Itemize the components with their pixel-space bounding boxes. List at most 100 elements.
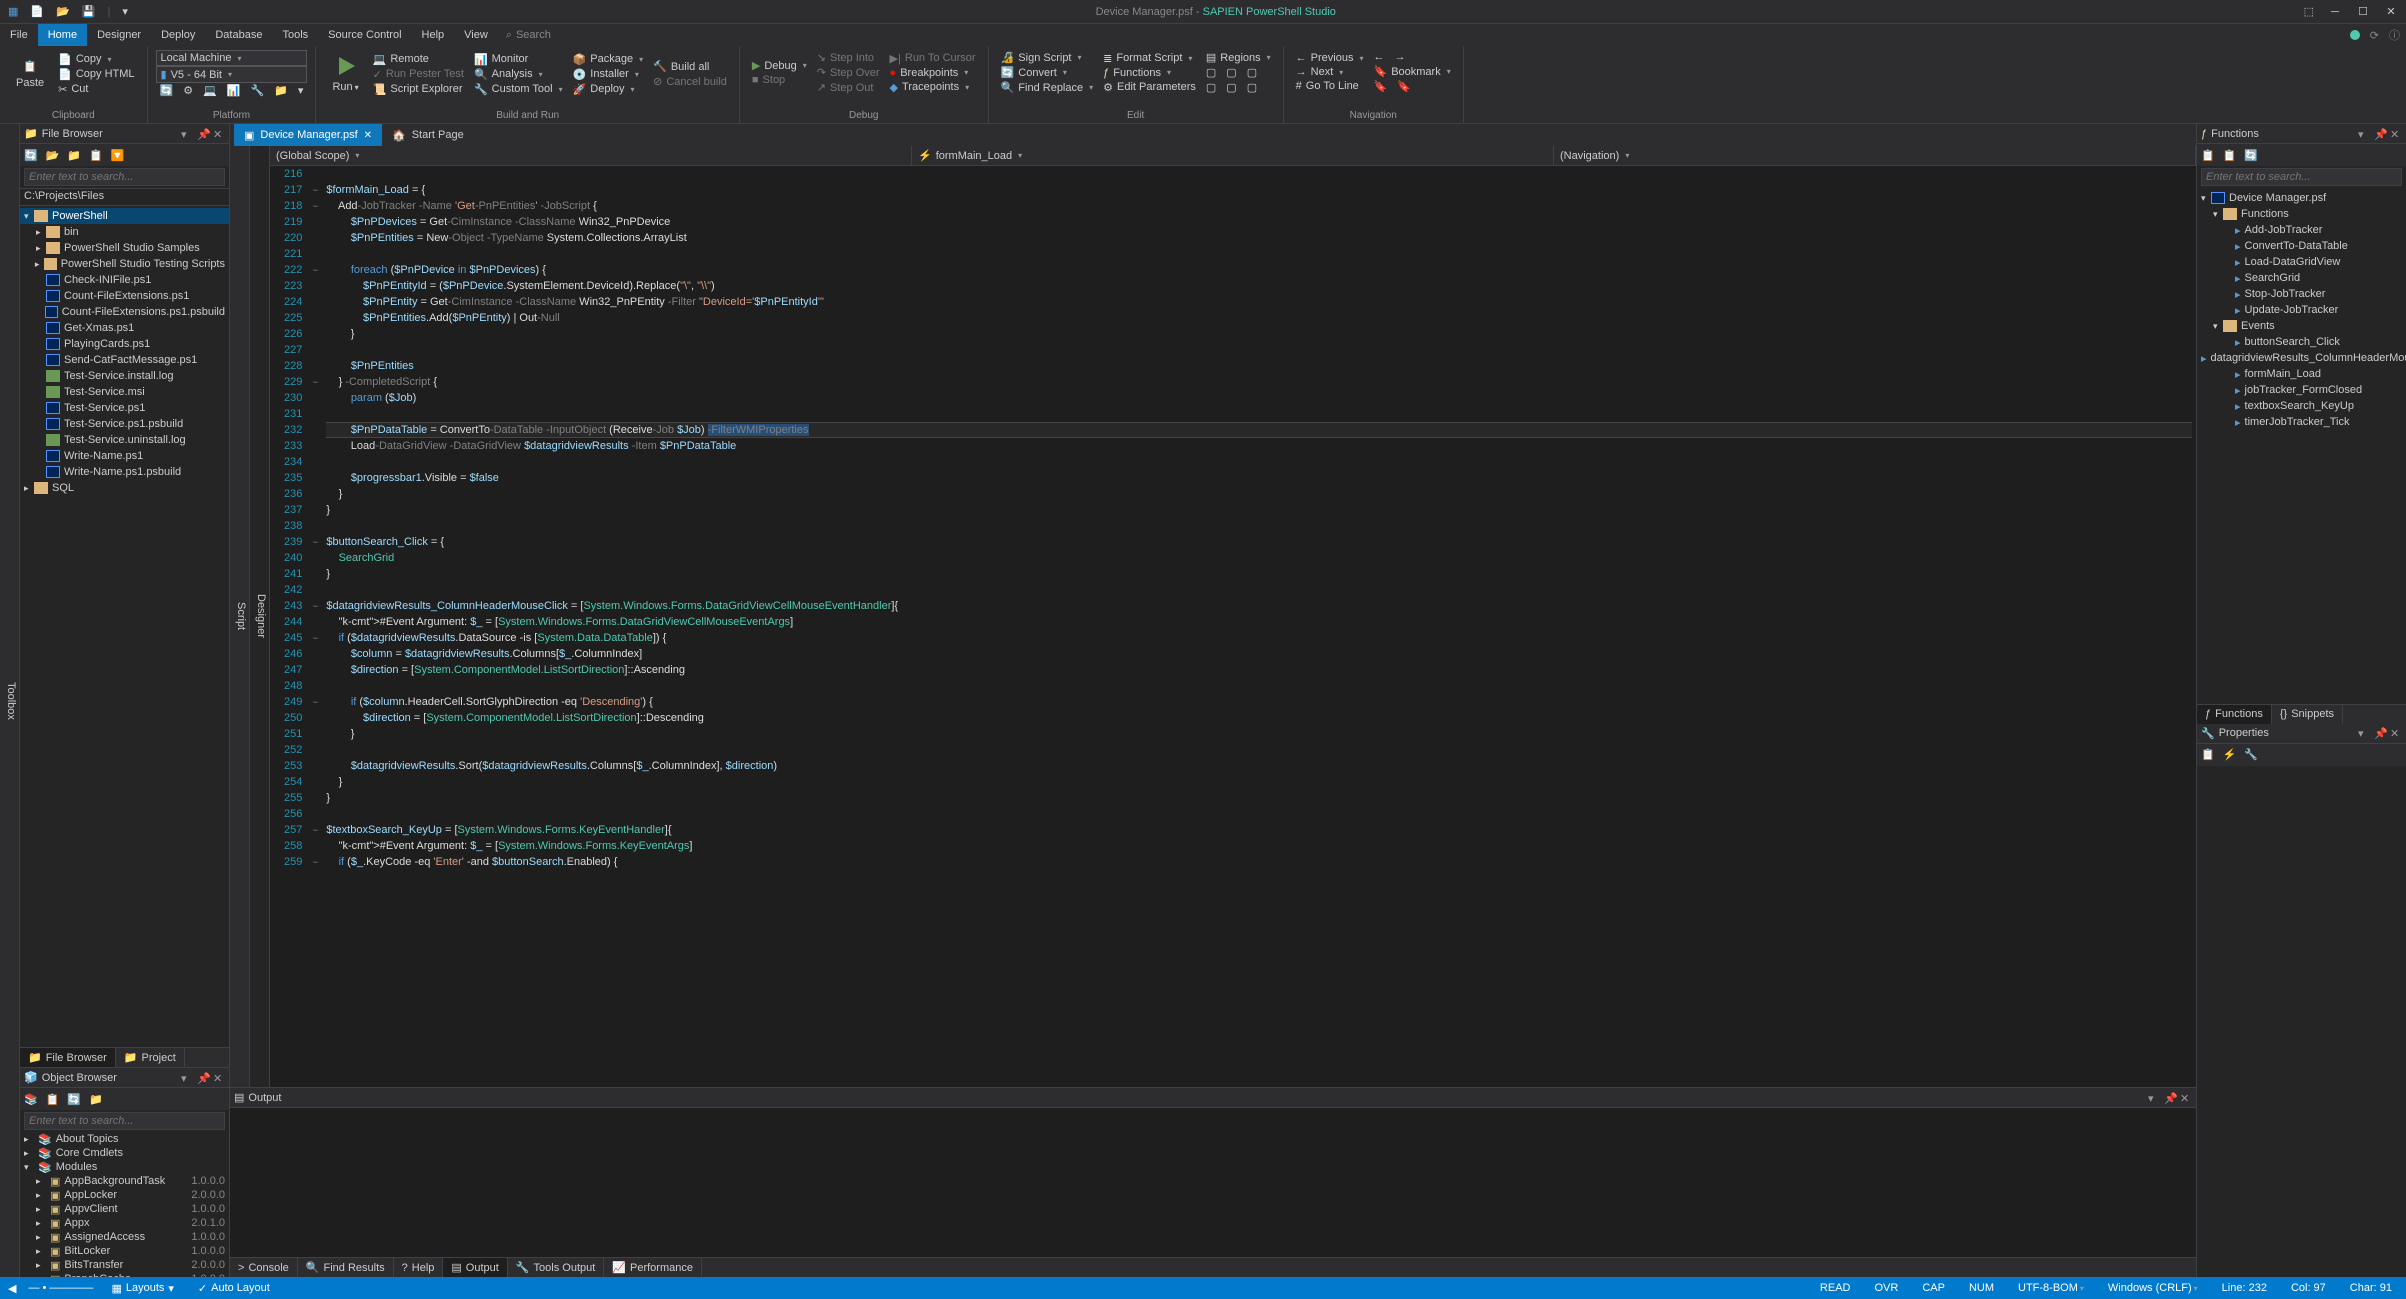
platform-icon-6[interactable]: 📁: [270, 83, 292, 98]
fn-item[interactable]: ▸Update-JobTracker: [2197, 302, 2406, 318]
fn-tool-2[interactable]: 📋: [2223, 149, 2237, 162]
cut-button[interactable]: ✂Cut: [54, 82, 138, 97]
toolbox-tab[interactable]: Toolbox: [0, 124, 20, 1277]
prop-tool-2[interactable]: ⚡: [2223, 748, 2237, 761]
tree-item[interactable]: ▸PowerShell Studio Samples: [20, 240, 229, 256]
file-tree[interactable]: ▾PowerShell▸bin▸PowerShell Studio Sample…: [20, 206, 229, 1047]
fn-item[interactable]: ▸jobTracker_FormClosed: [2197, 382, 2406, 398]
ob-item[interactable]: ▸📚About Topics: [20, 1132, 229, 1146]
ob-tool-1[interactable]: 📚: [24, 1093, 38, 1106]
menu-source-control[interactable]: Source Control: [318, 24, 411, 46]
new-icon[interactable]: 📄: [30, 5, 44, 18]
functions-button[interactable]: ƒFunctions: [1099, 66, 1200, 80]
edit-tool-2[interactable]: ▢: [1222, 65, 1240, 80]
next-button[interactable]: →Next: [1292, 65, 1368, 79]
platform-icon-2[interactable]: ⚙: [179, 83, 197, 98]
tracepoints-button[interactable]: ◆Tracepoints: [886, 80, 980, 95]
sync-icon[interactable]: ⟳: [2370, 29, 2379, 42]
paste-button[interactable]: 📋 Paste: [8, 50, 52, 98]
file-browser-search[interactable]: [24, 168, 225, 186]
bookmark-button[interactable]: 🔖Bookmark: [1369, 64, 1454, 79]
fb-filter-icon[interactable]: 🔽: [111, 149, 125, 162]
menu-view[interactable]: View: [454, 24, 498, 46]
edit-tool-3[interactable]: ▢: [1243, 65, 1261, 80]
breakpoints-button[interactable]: ●Breakpoints: [886, 66, 980, 80]
tree-item[interactable]: ▸bin: [20, 224, 229, 240]
fn-group[interactable]: ▾Events: [2197, 318, 2406, 334]
bottom-tab-help[interactable]: ?Help: [394, 1258, 444, 1277]
info-icon[interactable]: ⓘ: [2389, 27, 2400, 43]
debug-button[interactable]: ▶Debug: [748, 58, 811, 73]
installer-button[interactable]: 💿Installer: [569, 67, 648, 82]
panel-dropdown-icon[interactable]: ▾: [181, 128, 193, 140]
machine-combo[interactable]: Local Machine: [156, 50, 308, 66]
fn-item[interactable]: ▸buttonSearch_Click: [2197, 334, 2406, 350]
tree-item[interactable]: ▸PowerShell Studio Testing Scripts: [20, 256, 229, 272]
tree-item[interactable]: Count-FileExtensions.ps1.psbuild: [20, 304, 229, 320]
ob-item[interactable]: ▸▣AppBackgroundTask1.0.0.0: [20, 1174, 229, 1188]
tree-item[interactable]: Check-INIFile.ps1: [20, 272, 229, 288]
fn-item[interactable]: ▸datagridviewResults_ColumnHeaderMouseCl…: [2197, 350, 2406, 366]
menu-database[interactable]: Database: [205, 24, 272, 46]
output-body[interactable]: [230, 1108, 2196, 1257]
prop-pin-icon[interactable]: 📌: [2374, 727, 2386, 739]
bottom-tab-output[interactable]: ▤Output: [443, 1258, 507, 1277]
tree-item[interactable]: ▸SQL: [20, 480, 229, 496]
run-button[interactable]: Run▾: [324, 50, 366, 98]
fn-group[interactable]: ▾Functions: [2197, 206, 2406, 222]
ob-tool-4[interactable]: 📁: [89, 1093, 103, 1106]
sign-script-button[interactable]: 🔏Sign Script: [997, 50, 1098, 65]
previous-button[interactable]: ←Previous: [1292, 51, 1368, 65]
find-replace-button[interactable]: 🔍Find Replace: [997, 80, 1098, 95]
ob-item[interactable]: ▸📚Core Cmdlets: [20, 1146, 229, 1160]
script-explorer-button[interactable]: 📜Script Explorer: [369, 82, 468, 97]
tree-item[interactable]: Write-Name.ps1: [20, 448, 229, 464]
prop-tool-1[interactable]: 📋: [2201, 748, 2215, 761]
fn-item[interactable]: ▸ConvertTo-DataTable: [2197, 238, 2406, 254]
tree-item[interactable]: Test-Service.msi: [20, 384, 229, 400]
prop-close-icon[interactable]: ✕: [2390, 727, 2402, 739]
save-icon[interactable]: 💾: [82, 5, 96, 18]
designer-tab[interactable]: Designer: [250, 146, 270, 1087]
edit-tool-4[interactable]: ▢: [1202, 80, 1220, 95]
status-expand-icon[interactable]: ◀: [8, 1282, 16, 1295]
script-tab[interactable]: Script: [230, 146, 250, 1087]
edit-params-button[interactable]: ⚙Edit Parameters: [1099, 80, 1200, 95]
edit-tool-6[interactable]: ▢: [1243, 80, 1261, 95]
tree-item[interactable]: ▾PowerShell: [20, 208, 229, 224]
tab-close-icon[interactable]: ✕: [364, 130, 372, 141]
menu-tools[interactable]: Tools: [272, 24, 318, 46]
tree-item[interactable]: Get-Xmas.ps1: [20, 320, 229, 336]
out-dropdown-icon[interactable]: ▾: [2148, 1092, 2160, 1104]
prop-dropdown-icon[interactable]: ▾: [2358, 727, 2370, 739]
goto-line-button[interactable]: #Go To Line: [1292, 79, 1368, 93]
functions-tree[interactable]: ▾Device Manager.psf▾Functions▸Add-JobTra…: [2197, 188, 2406, 704]
ob-item[interactable]: ▸▣Appx2.0.1.0: [20, 1216, 229, 1230]
nav-b1[interactable]: 🔖: [1369, 79, 1391, 94]
code-editor[interactable]: 2162172182192202212222232242252262272282…: [270, 166, 2196, 1087]
platform-icon-1[interactable]: 🔄: [156, 83, 178, 98]
status-eol[interactable]: Windows (CRLF): [2102, 1282, 2204, 1294]
out-close-icon[interactable]: ✕: [2180, 1092, 2192, 1104]
platform-icon-3[interactable]: 💻: [199, 83, 221, 98]
ob-dropdown-icon[interactable]: ▾: [181, 1072, 193, 1084]
ob-tool-3[interactable]: 🔄: [67, 1093, 81, 1106]
menu-designer[interactable]: Designer: [87, 24, 151, 46]
nav-a2[interactable]: →: [1390, 50, 1409, 64]
menu-file[interactable]: File: [0, 24, 38, 46]
tab-snippets[interactable]: {}Snippets: [2272, 705, 2343, 724]
object-browser-search[interactable]: [24, 1112, 225, 1130]
fn-item[interactable]: ▸formMain_Load: [2197, 366, 2406, 382]
remote-button[interactable]: 💻Remote: [369, 52, 468, 67]
deploy-button[interactable]: 🚀Deploy: [569, 82, 648, 97]
menu-help[interactable]: Help: [412, 24, 455, 46]
member-combo[interactable]: ⚡formMain_Load: [912, 146, 1554, 165]
nav-combo[interactable]: (Navigation): [1554, 146, 2196, 165]
monitor-button[interactable]: 📊Monitor: [470, 52, 567, 67]
doc-tab[interactable]: ▣Device Manager.psf✕: [234, 124, 382, 146]
copy-html-button[interactable]: 📄Copy HTML: [54, 67, 138, 82]
bottom-tab-find-results[interactable]: 🔍Find Results: [298, 1258, 394, 1277]
edit-tool-5[interactable]: ▢: [1222, 80, 1240, 95]
menu-home[interactable]: Home: [38, 24, 87, 46]
fb-new-icon[interactable]: 📁: [67, 149, 81, 162]
